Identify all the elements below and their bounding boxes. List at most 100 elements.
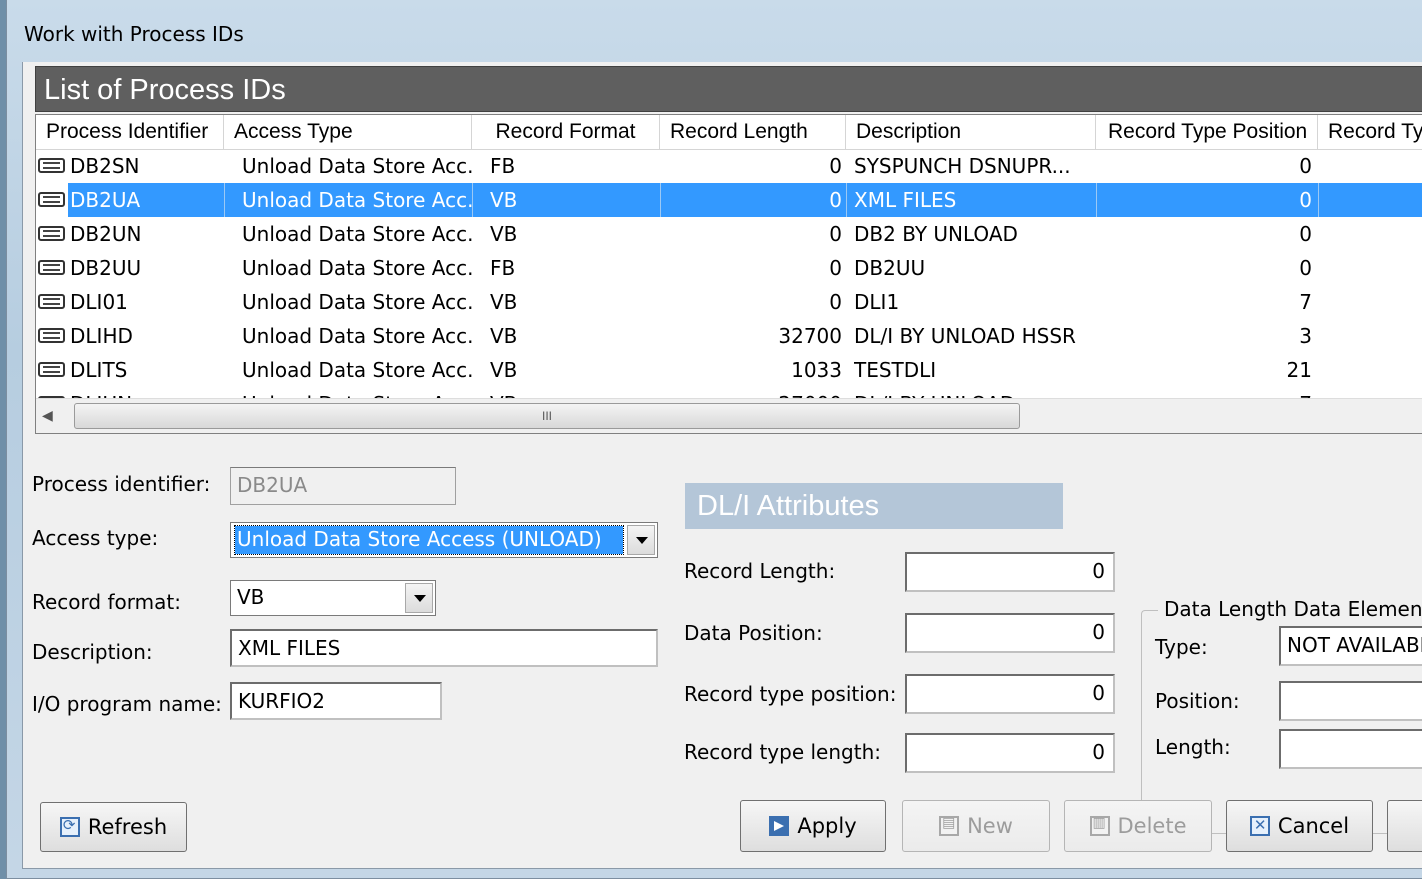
column-header-record-length[interactable]: Record Length	[660, 115, 846, 149]
data-length-position-field[interactable]	[1279, 681, 1422, 721]
cell-process-identifier: DB2SN	[70, 154, 140, 178]
cell-record-format: FB	[490, 154, 516, 178]
process-id-icon	[38, 158, 65, 173]
new-button[interactable]: New	[902, 800, 1050, 852]
cell-record-length: 0	[829, 188, 842, 212]
cell-access-type: Unload Data Store Acc...	[242, 358, 472, 382]
record-format-value: VB	[237, 585, 265, 609]
data-length-length-label: Length:	[1155, 735, 1231, 759]
column-separator	[472, 183, 473, 217]
process-identifier-label: Process identifier:	[32, 472, 211, 496]
table-row[interactable]: DB2SN Unload Data Store Acc... FB 0 SYSPUNCH…	[36, 149, 1422, 183]
data-length-group-title: Data Length Data Element A	[1158, 597, 1422, 621]
cell-description: TESTDLI	[854, 358, 937, 382]
cell-description: SYSPUNCH DSNUPR...	[854, 154, 1071, 178]
cell-record-type-position: 0	[1299, 222, 1312, 246]
table-row[interactable]: DLIHD Unload Data Store Acc... VB 32700 DL/I…	[36, 319, 1422, 353]
process-id-icon	[38, 328, 65, 343]
access-type-value: Unload Data Store Access (UNLOAD)	[234, 525, 624, 555]
data-length-type-field[interactable]: NOT AVAILABI	[1279, 626, 1422, 666]
dialog-window: Work with Process IDs List of Process ID…	[6, 0, 1422, 879]
process-id-icon	[38, 362, 65, 377]
delete-button[interactable]: Delete	[1064, 800, 1212, 852]
cell-description: DL/I BY UNLOAD HSSR	[854, 324, 1076, 348]
record-format-dropdown[interactable]: VB	[230, 580, 436, 616]
cell-record-format: VB	[490, 324, 518, 348]
cell-record-type-position: 21	[1286, 358, 1312, 382]
apply-button[interactable]: Apply	[740, 800, 886, 852]
cell-process-identifier: DB2UA	[70, 188, 141, 212]
new-button-label: New	[967, 814, 1013, 838]
dli-record-length-field[interactable]: 0	[905, 552, 1115, 592]
data-length-length-field[interactable]	[1279, 729, 1422, 769]
process-id-grid[interactable]: Process Identifier Access Type Record Fo…	[35, 114, 1422, 434]
io-program-name-label: I/O program name:	[32, 692, 222, 716]
access-type-dropdown[interactable]: Unload Data Store Access (UNLOAD)	[230, 522, 658, 558]
io-program-name-field[interactable]: KURFIO2	[230, 682, 442, 720]
cell-access-type: Unload Data Store Acc...	[242, 222, 472, 246]
cell-record-type-position: 3	[1299, 324, 1312, 348]
cell-description: DB2 BY UNLOAD	[854, 222, 1018, 246]
scroll-left-arrow-icon[interactable]: ◀	[42, 407, 53, 424]
apply-button-label: Apply	[797, 814, 857, 838]
cancel-button[interactable]: Cancel	[1226, 800, 1373, 852]
process-id-icon	[38, 226, 65, 241]
table-row[interactable]: DB2UA Unload Data Store Acc... VB 0 XML FILE…	[36, 183, 1422, 217]
cell-process-identifier: DB2UN	[70, 222, 142, 246]
column-header-description[interactable]: Description	[846, 115, 1096, 149]
cell-access-type: Unload Data Store Acc...	[242, 188, 472, 212]
cell-record-format: VB	[490, 290, 518, 314]
column-separator	[224, 183, 225, 217]
cell-access-type: Unload Data Store Acc...	[242, 154, 472, 178]
column-separator	[846, 183, 847, 217]
dialog-client-area: List of Process IDs Process Identifier A…	[22, 62, 1422, 869]
access-type-label: Access type:	[32, 526, 159, 550]
refresh-button[interactable]: Refresh	[40, 802, 187, 852]
chevron-down-icon[interactable]	[405, 583, 433, 613]
column-header-record-type-position[interactable]: Record Type Position	[1096, 115, 1318, 149]
horizontal-scrollbar[interactable]: ◀ III	[36, 398, 1422, 433]
chevron-down-icon[interactable]	[627, 525, 655, 555]
cell-record-type-position: 7	[1299, 290, 1312, 314]
cell-description: XML FILES	[854, 188, 957, 212]
table-row[interactable]: DLITS Unload Data Store Acc... VB 1033 TESTD…	[36, 353, 1422, 387]
column-separator	[1318, 183, 1319, 217]
record-format-label: Record format:	[32, 590, 181, 614]
process-id-icon	[38, 294, 65, 309]
cell-record-length: 0	[829, 222, 842, 246]
scrollbar-thumb[interactable]: III	[74, 403, 1020, 429]
cell-record-format: VB	[490, 358, 518, 382]
table-row[interactable]: DB2UN Unload Data Store Acc... VB 0 DB2 BY U…	[36, 217, 1422, 251]
dli-record-length-label: Record Length:	[684, 559, 836, 583]
process-identifier-field[interactable]: DB2UA	[230, 467, 456, 505]
cell-record-type-position: 0	[1299, 188, 1312, 212]
table-row[interactable]: DLI01 Unload Data Store Acc... VB 0 DLI1 7	[36, 285, 1422, 319]
delete-icon	[1089, 815, 1110, 836]
ok-button[interactable]	[1387, 800, 1422, 852]
dli-data-position-field[interactable]: 0	[905, 613, 1115, 653]
description-field[interactable]: XML FILES	[230, 629, 658, 667]
cell-process-identifier: DB2UU	[70, 256, 142, 280]
cell-record-type-position: 0	[1299, 256, 1312, 280]
column-header-record-type[interactable]: Record Ty	[1318, 115, 1422, 149]
column-header-access-type[interactable]: Access Type	[224, 115, 472, 149]
cell-record-length: 0	[829, 290, 842, 314]
process-id-icon	[38, 260, 65, 275]
table-row[interactable]: DB2UU Unload Data Store Acc... FB 0 DB2UU 0	[36, 251, 1422, 285]
cell-record-length: 32700	[778, 324, 842, 348]
dli-record-type-length-label: Record type length:	[684, 740, 881, 764]
dli-record-type-position-field[interactable]: 0	[905, 674, 1115, 714]
column-header-record-format[interactable]: Record Format	[472, 115, 660, 149]
cell-access-type: Unload Data Store Acc...	[242, 324, 472, 348]
title-bar[interactable]: Work with Process IDs	[7, 0, 1422, 62]
column-header-process-identifier[interactable]: Process Identifier	[36, 115, 224, 149]
cell-record-length: 1033	[791, 358, 842, 382]
description-label: Description:	[32, 640, 153, 664]
dli-record-type-position-label: Record type position:	[684, 682, 897, 706]
dli-record-type-length-field[interactable]: 0	[905, 733, 1115, 773]
refresh-icon	[59, 816, 80, 837]
cell-process-identifier: DLITS	[70, 358, 128, 382]
cell-record-format: VB	[490, 188, 518, 212]
data-length-position-label: Position:	[1155, 689, 1240, 713]
delete-button-label: Delete	[1117, 814, 1187, 838]
